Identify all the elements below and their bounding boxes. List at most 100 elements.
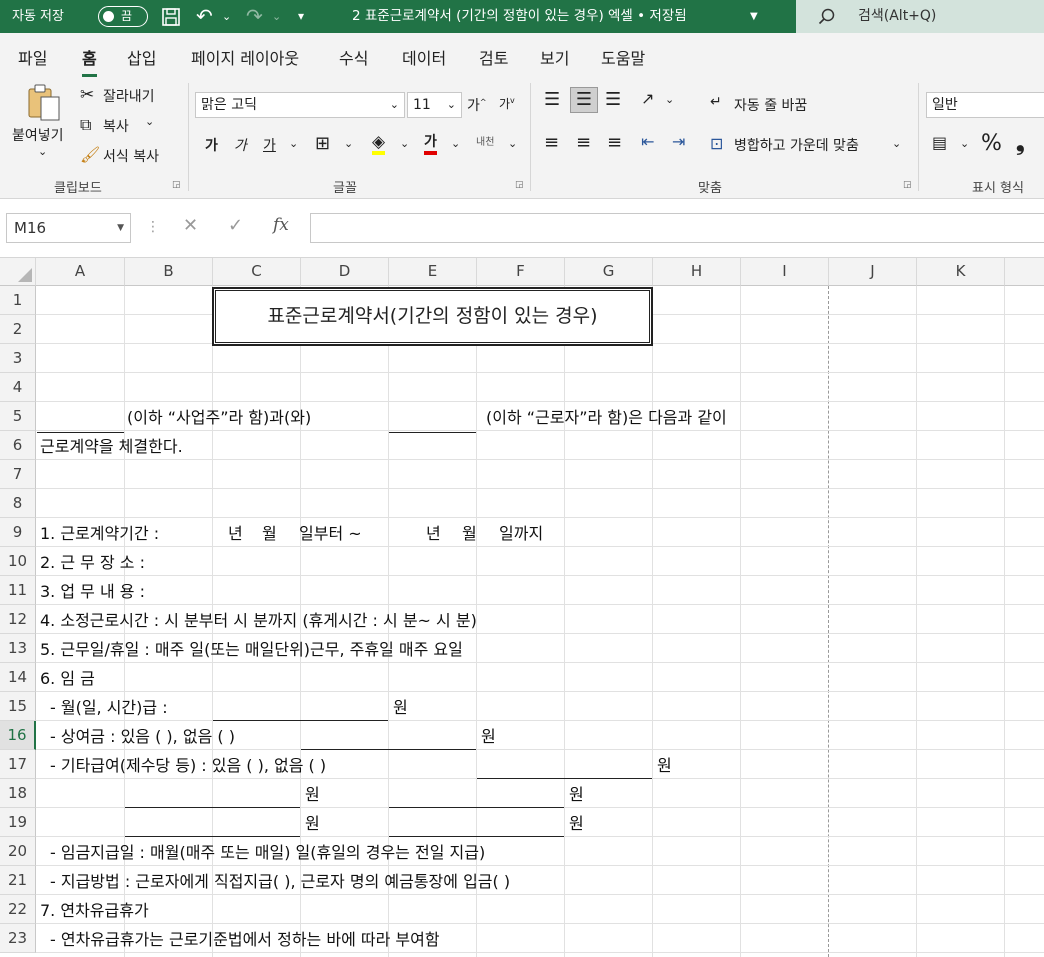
name-box[interactable]: M16 ▼ <box>6 213 131 243</box>
formula-input[interactable] <box>310 213 1044 243</box>
row-header[interactable]: 20 <box>0 837 36 866</box>
column-header-a[interactable]: A <box>36 258 125 286</box>
column-header-f[interactable]: F <box>477 258 565 286</box>
insert-function-icon[interactable]: fx <box>273 215 289 235</box>
paste-icon[interactable] <box>26 83 62 127</box>
column-header-c[interactable]: C <box>213 258 301 286</box>
phonetic-button[interactable]: 내천 <box>476 133 494 148</box>
align-right-icon[interactable]: ≡ <box>607 132 622 153</box>
column-header-b[interactable]: B <box>125 258 213 286</box>
allowance-unit[interactable]: 원 <box>305 781 320 809</box>
format-painter-button[interactable]: 서식 복사 <box>103 146 159 166</box>
wrap-text-icon[interactable]: ↵ <box>710 94 722 110</box>
paste-button[interactable]: 붙여넣기 <box>12 125 64 145</box>
increase-font-size-icon[interactable]: 가^ <box>467 95 487 115</box>
other-pay-unit[interactable]: 원 <box>657 752 672 780</box>
workplace-label[interactable]: 2. 근 무 장 소 : <box>40 549 145 577</box>
customize-toolbar-icon[interactable]: ▾ <box>298 0 304 33</box>
enter-icon[interactable]: ✓ <box>228 215 243 236</box>
tab-data[interactable]: 데이터 <box>402 45 446 69</box>
font-launcher-icon[interactable]: ◲ <box>515 180 524 190</box>
copy-button[interactable]: 복사 <box>103 116 129 136</box>
font-color-button[interactable]: 가 <box>424 133 437 155</box>
paste-dropdown-icon[interactable]: ⌄ <box>38 145 47 158</box>
r5-text-employer[interactable]: (이하 “사업주”라 함)과(와) <box>127 404 311 432</box>
row-header[interactable]: 13 <box>0 634 36 663</box>
period-day-to[interactable]: 일까지 <box>499 520 543 548</box>
row-header[interactable]: 1 <box>0 286 36 315</box>
wage-section-label[interactable]: 6. 임 금 <box>40 665 95 693</box>
merge-center-icon[interactable]: ⊡ <box>710 134 723 153</box>
fill-color-dropdown-icon[interactable]: ⌄ <box>400 137 409 150</box>
redo-icon[interactable]: ↷ <box>246 0 263 33</box>
column-header-i[interactable]: I <box>741 258 829 286</box>
align-middle-icon[interactable]: ☰ <box>570 87 598 113</box>
wrap-text-button[interactable]: 자동 줄 바꿈 <box>734 95 807 115</box>
tab-home[interactable]: 홈 <box>82 45 97 77</box>
allowance-unit[interactable]: 원 <box>569 781 584 809</box>
search-box[interactable]: 검색(Alt+Q) <box>796 0 1044 33</box>
period-year-2[interactable]: 년 <box>426 520 441 548</box>
row-header[interactable]: 10 <box>0 547 36 576</box>
phonetic-dropdown-icon[interactable]: ⌄ <box>508 137 517 150</box>
alignment-launcher-icon[interactable]: ◲ <box>903 180 912 190</box>
undo-dropdown-icon[interactable]: ⌄ <box>222 0 231 33</box>
row-header[interactable]: 12 <box>0 605 36 634</box>
row-header[interactable]: 6 <box>0 431 36 460</box>
redo-dropdown-icon[interactable]: ⌄ <box>272 0 281 33</box>
row-header[interactable]: 21 <box>0 866 36 895</box>
annual-leave-label[interactable]: 7. 연차유급휴가 <box>40 897 149 925</box>
monthly-wage-unit[interactable]: 원 <box>393 694 408 722</box>
comma-button[interactable]: ❟ <box>1016 131 1025 156</box>
decrease-font-size-icon[interactable]: 가v <box>499 95 515 112</box>
align-top-icon[interactable]: ☰ <box>544 89 560 110</box>
other-pay-label[interactable]: - 기타급여(제수당 등) : 있음 ( ), 없음 ( ) <box>50 752 326 780</box>
row-header[interactable]: 23 <box>0 924 36 953</box>
tab-insert[interactable]: 삽입 <box>127 45 156 69</box>
payment-method-label[interactable]: - 지급방법 : 근로자에게 직접지급( ), 근로자 명의 예금통장에 입금(… <box>50 868 510 896</box>
payday-label[interactable]: - 임금지급일 : 매월(매주 또는 매일) 일(휴일의 경우는 전일 지급) <box>50 839 485 867</box>
row-header[interactable]: 15 <box>0 692 36 721</box>
bonus-unit[interactable]: 원 <box>481 723 496 751</box>
select-all-corner[interactable] <box>0 258 36 286</box>
working-hours-label[interactable]: 4. 소정근로시간 : 시 분부터 시 분까지 (휴게시간 : 시 분~ 시 분… <box>40 607 477 635</box>
column-header-l[interactable] <box>1005 258 1044 286</box>
font-name-select[interactable]: 맑은 고딕 ⌄ <box>195 92 405 118</box>
column-header-g[interactable]: G <box>565 258 653 286</box>
orientation-dropdown-icon[interactable]: ⌄ <box>665 93 674 106</box>
align-center-icon[interactable]: ≡ <box>576 132 591 153</box>
tab-page-layout[interactable]: 페이지 레이아웃 <box>191 45 299 69</box>
accounting-format-icon[interactable]: ▤ <box>932 133 947 152</box>
increase-indent-icon[interactable]: ⇥ <box>672 132 685 151</box>
allowance-unit[interactable]: 원 <box>569 810 584 838</box>
cut-button[interactable]: 잘라내기 <box>103 86 155 106</box>
row-header[interactable]: 22 <box>0 895 36 924</box>
column-header-d[interactable]: D <box>301 258 389 286</box>
title-dropdown-icon[interactable]: ▼ <box>750 0 758 33</box>
align-bottom-icon[interactable]: ☰ <box>605 89 621 110</box>
autosave-toggle[interactable]: 끔 <box>98 6 148 27</box>
tab-help[interactable]: 도움말 <box>601 45 645 69</box>
format-painter-icon[interactable]: 🖌 <box>80 145 100 164</box>
row-header[interactable]: 14 <box>0 663 36 692</box>
row-header[interactable]: 18 <box>0 779 36 808</box>
merge-dropdown-icon[interactable]: ⌄ <box>892 137 901 150</box>
merge-center-button[interactable]: 병합하고 가운데 맞춤 <box>734 135 859 155</box>
row-header[interactable]: 9 <box>0 518 36 547</box>
row-header[interactable]: 11 <box>0 576 36 605</box>
contract-period-label[interactable]: 1. 근로계약기간 : <box>40 520 159 548</box>
cancel-icon[interactable]: ✕ <box>183 215 198 236</box>
font-size-select[interactable]: 11 ⌄ <box>407 92 462 118</box>
period-day-from[interactable]: 일부터 ~ <box>299 520 362 548</box>
borders-icon[interactable]: ⊞ <box>315 133 330 154</box>
column-header-h[interactable]: H <box>653 258 741 286</box>
undo-icon[interactable]: ↶ <box>196 0 213 33</box>
save-icon[interactable] <box>160 0 182 33</box>
tab-file[interactable]: 파일 <box>18 45 47 69</box>
row-header[interactable]: 7 <box>0 460 36 489</box>
row-header[interactable]: 5 <box>0 402 36 431</box>
italic-button[interactable]: 가 <box>234 135 247 155</box>
row-header[interactable]: 8 <box>0 489 36 518</box>
workdays-label[interactable]: 5. 근무일/휴일 : 매주 일(또는 매일단위)근무, 주휴일 매주 요일 <box>40 636 463 664</box>
contract-title[interactable]: 표준근로계약서(기간의 정함이 있는 경우) <box>212 287 653 346</box>
